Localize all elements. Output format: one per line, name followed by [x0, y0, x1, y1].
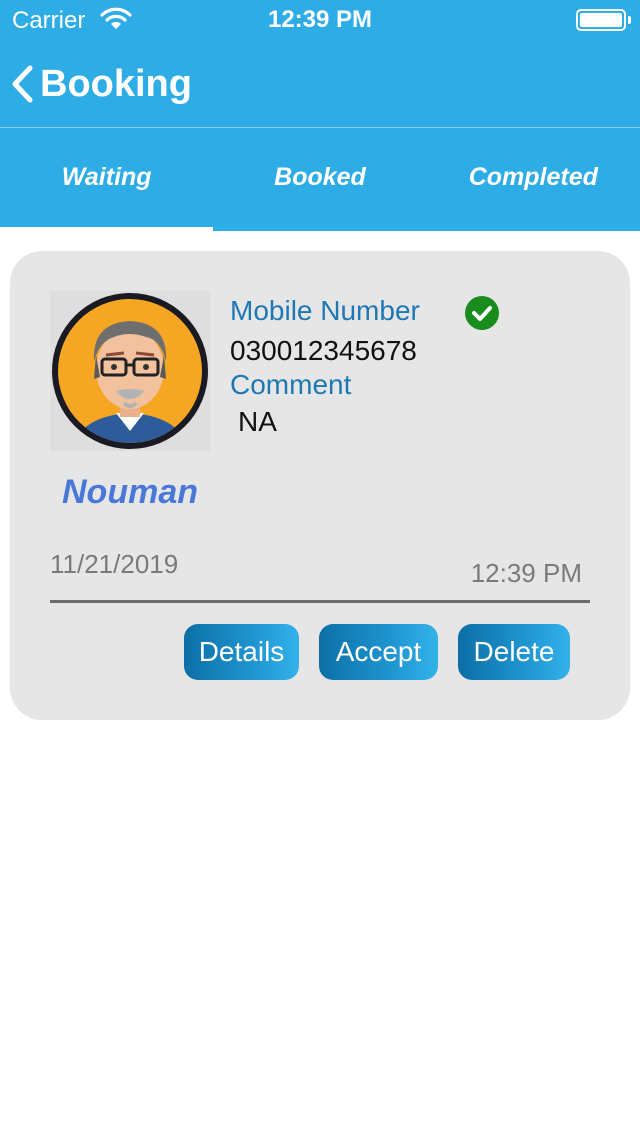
mobile-number-value: 030012345678: [230, 335, 417, 366]
accept-button[interactable]: Accept: [319, 624, 438, 680]
comment-value: NA: [238, 406, 277, 437]
battery-tip: [628, 16, 631, 24]
battery-icon: [576, 9, 626, 31]
comment-label: Comment: [230, 369, 352, 400]
tab-label: Waiting: [61, 163, 152, 191]
tab-label: Booked: [274, 163, 366, 191]
top-bar: Carrier 12:39 PM Booking: [0, 0, 640, 128]
booking-card: Nouman Mobile Number 030012345678 Commen…: [10, 251, 630, 720]
page-title: Booking: [40, 62, 192, 105]
booking-date: 11/21/2019: [50, 549, 179, 579]
tab-label: Completed: [468, 163, 598, 191]
tab-completed[interactable]: Completed: [427, 128, 640, 231]
back-button[interactable]: Booking: [10, 56, 192, 112]
card-divider: [50, 600, 590, 603]
avatar-image: [52, 293, 208, 449]
avatar: [50, 291, 210, 451]
tab-booked[interactable]: Booked: [213, 128, 426, 231]
chevron-left-icon: [10, 64, 34, 104]
status-time: 12:39 PM: [267, 6, 373, 33]
mobile-number-label: Mobile Number: [230, 295, 420, 326]
delete-button[interactable]: Delete: [458, 624, 570, 680]
status-bar: Carrier 12:39 PM: [0, 0, 640, 40]
check-circle-icon: [465, 296, 499, 330]
tab-waiting[interactable]: Waiting: [0, 128, 214, 231]
tab-bar: Waiting Booked Completed: [0, 128, 640, 231]
nav-bar: Booking: [0, 48, 640, 118]
customer-name: Nouman: [62, 473, 198, 511]
booking-time: 12:39 PM: [470, 558, 582, 588]
details-button[interactable]: Details: [184, 624, 299, 680]
